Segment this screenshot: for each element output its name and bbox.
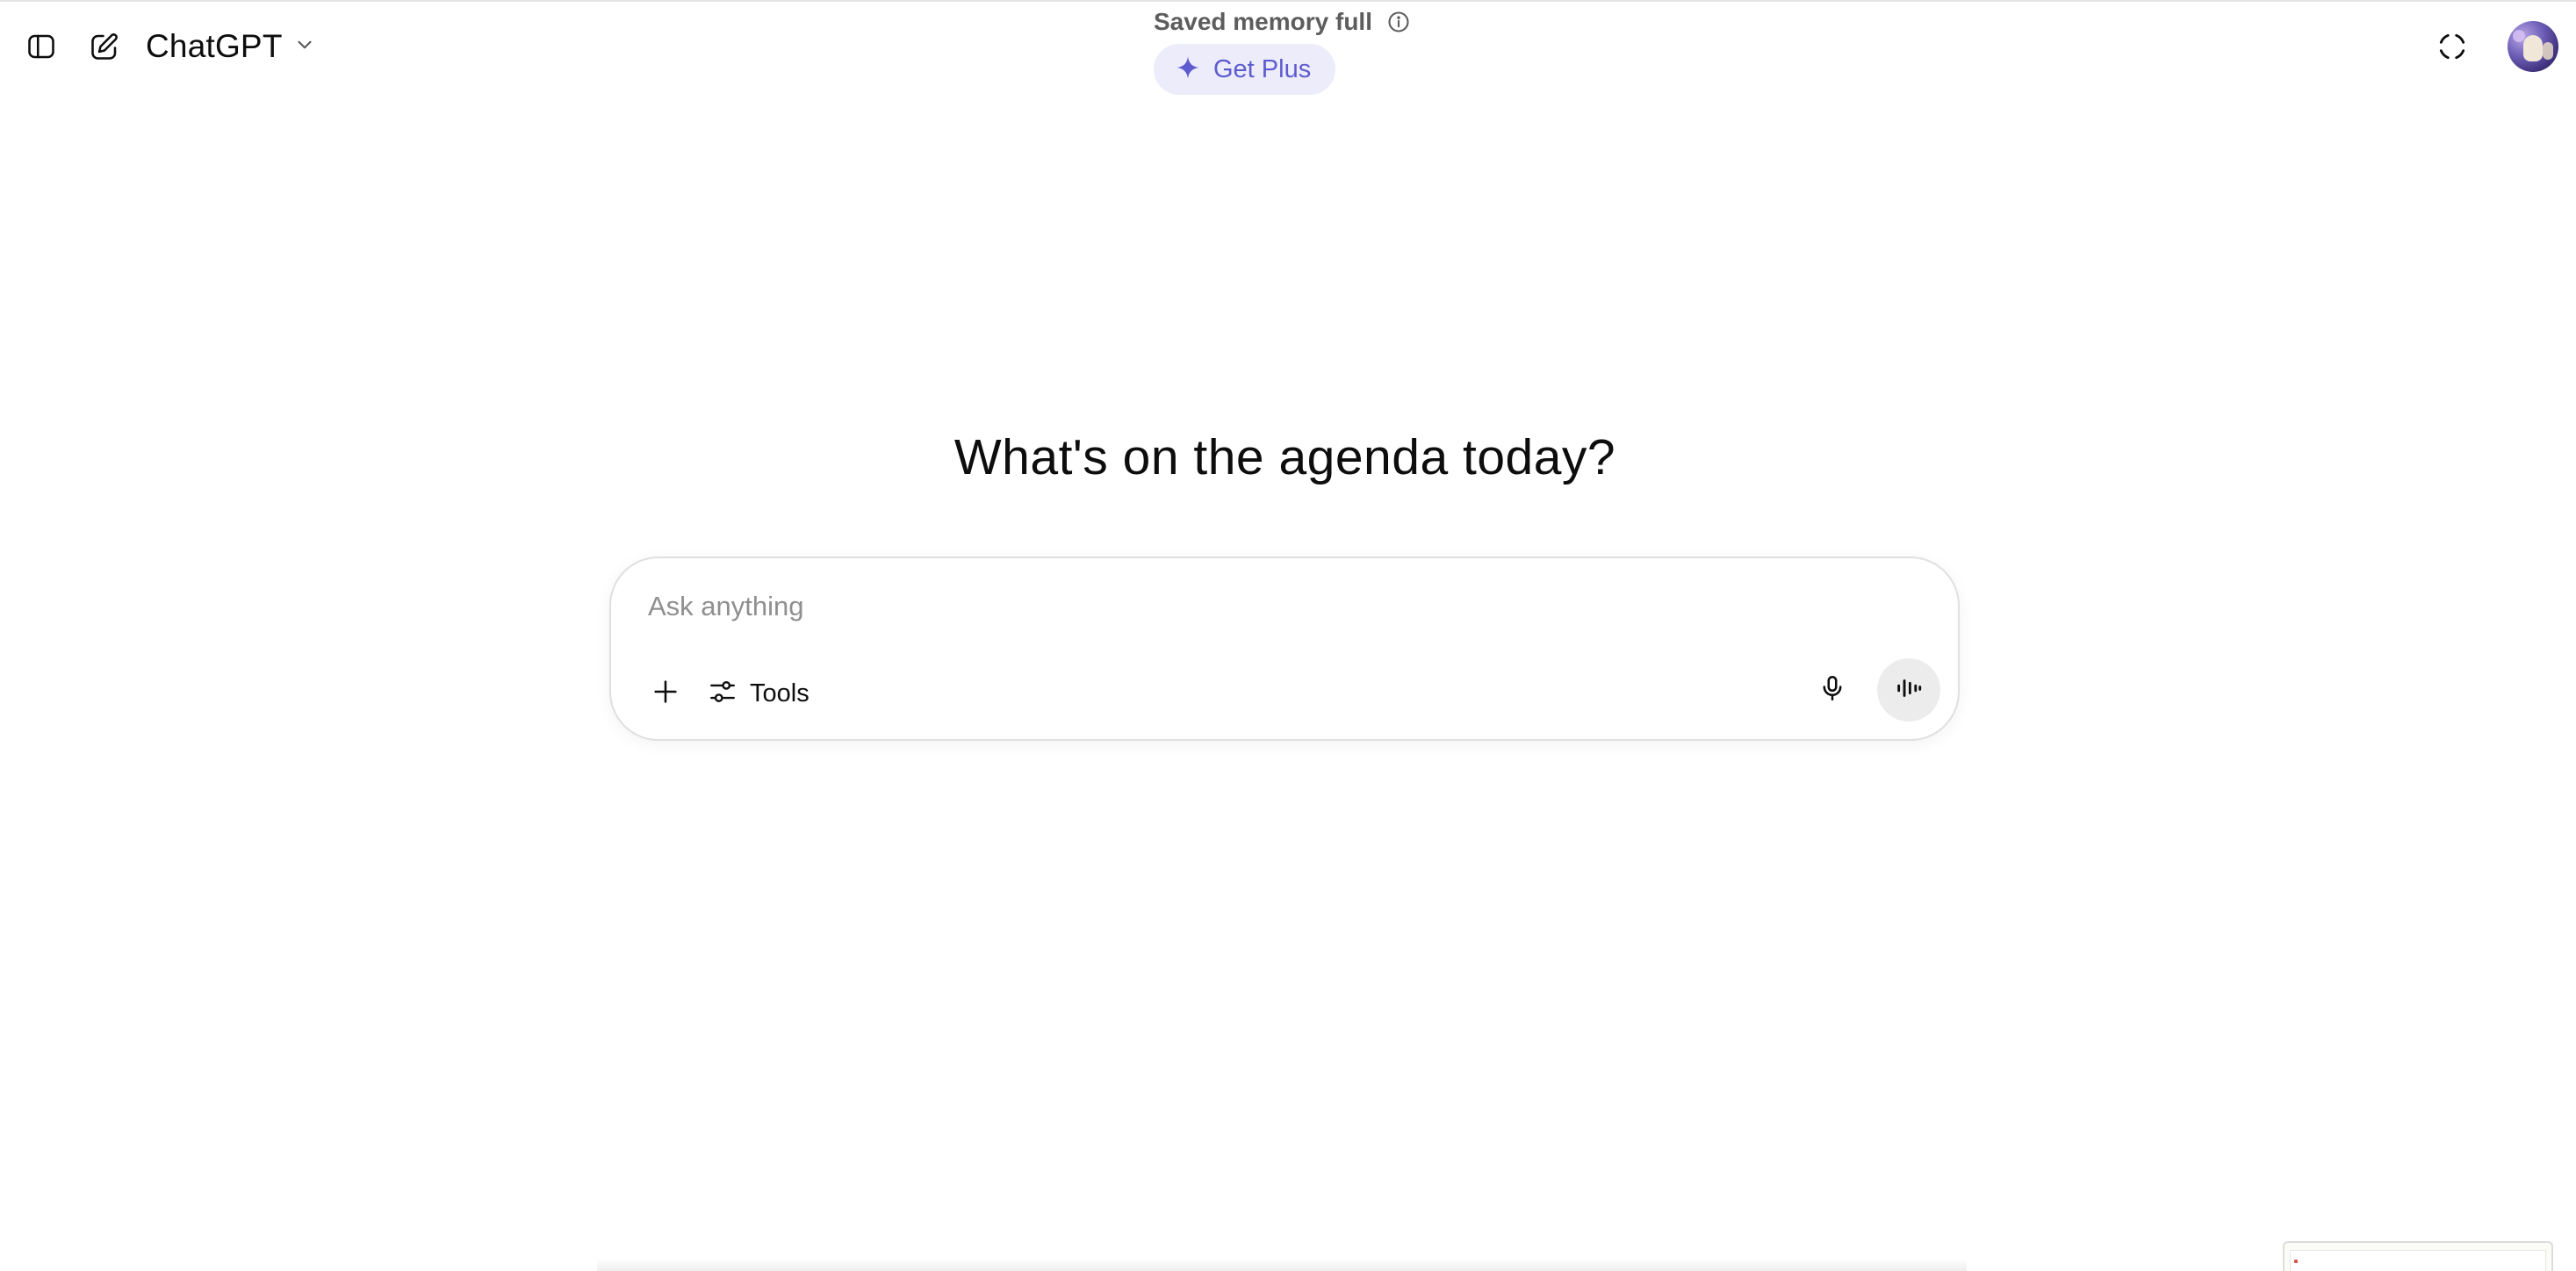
page-title: What's on the agenda today? [953,429,1616,485]
tools-label: Tools [750,679,809,707]
tools-button[interactable]: Tools [699,669,820,718]
voice-mode-button[interactable] [1877,658,1940,722]
model-switcher[interactable]: ChatGPT [146,23,316,70]
new-chat-button[interactable] [81,23,128,70]
corner-preview-widget[interactable] [2283,1241,2553,1271]
memory-status-row: Saved memory full [1154,5,1411,39]
get-plus-button[interactable]: Get Plus [1154,44,1336,95]
attach-button[interactable] [641,669,690,718]
chevron-down-icon [293,33,316,61]
model-name: ChatGPT [146,28,283,64]
prompt-composer: Tools [609,557,1960,741]
memory-status-text: Saved memory full [1154,8,1372,35]
header-right [2428,21,2558,72]
sparkle-icon [1175,54,1201,85]
sidebar-toggle-icon [25,31,57,62]
edit-icon [89,31,120,62]
composer-right-actions [1805,658,1940,722]
bottom-shadow [597,1259,1967,1271]
dashed-circle-icon [2436,30,2469,63]
voice-wave-icon [1894,673,1924,707]
sliders-icon [708,677,738,711]
corner-preview-inner [2290,1250,2546,1271]
memory-banner: Saved memory full Get Plus [1154,5,1411,95]
app-window: ChatGPT Saved memory full Get Plus What'… [0,0,2576,1271]
dictate-button[interactable] [1805,663,1860,717]
avatar[interactable] [2508,21,2558,72]
get-plus-label: Get Plus [1213,54,1312,83]
sidebar-toggle-button[interactable] [18,23,65,70]
composer-left-actions: Tools [641,669,820,718]
temporary-chat-button[interactable] [2428,23,2476,70]
corner-preview-marker [2294,1260,2298,1263]
header-left: ChatGPT [18,23,316,70]
prompt-input[interactable] [648,585,1912,628]
microphone-icon [1817,673,1847,707]
plus-icon [651,677,680,711]
info-icon[interactable] [1386,10,1411,34]
